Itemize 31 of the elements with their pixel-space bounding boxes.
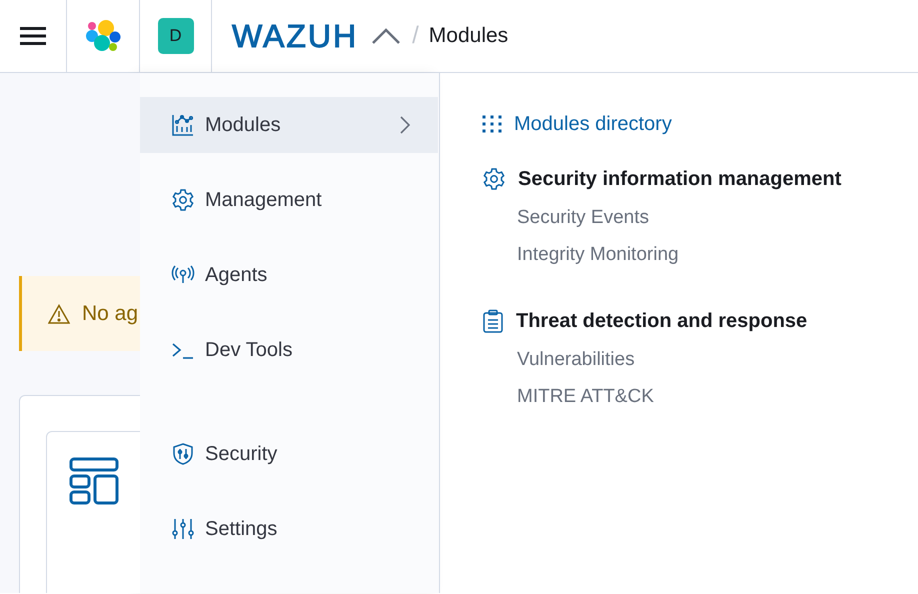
chart-icon (171, 113, 195, 137)
grid-icon (482, 115, 502, 133)
brand-logo[interactable]: WAZUH (232, 18, 358, 54)
menu-item[interactable]: Management (140, 172, 438, 228)
gear-icon (482, 167, 506, 191)
menu-item[interactable]: Dev Tools (140, 322, 438, 378)
dashboard-icon (69, 457, 119, 505)
warning-icon (48, 304, 70, 324)
callout-text: No ag (82, 302, 138, 326)
submenu-item[interactable]: Integrity Monitoring (517, 236, 918, 273)
clipboard-icon (482, 309, 504, 333)
logo-icon[interactable] (85, 19, 121, 53)
section-title: Threat detection and response (516, 310, 808, 332)
menu-item[interactable]: Settings (140, 501, 438, 557)
breadcrumb-separator: / (412, 22, 419, 50)
modules-directory-link[interactable]: Modules directory (514, 112, 672, 136)
breadcrumb-item: Modules (428, 24, 508, 48)
submenu-item[interactable]: Vulnerabilities (517, 341, 918, 378)
menu-item[interactable]: Agents (140, 247, 438, 303)
sliders-icon (171, 517, 195, 541)
gear-icon (171, 188, 195, 212)
section-title: Security information management (518, 168, 842, 190)
submenu-item[interactable]: Security Events (517, 199, 918, 236)
menu-icon[interactable] (20, 26, 46, 46)
user-avatar[interactable]: D (158, 18, 194, 54)
submenu-item[interactable]: MITRE ATT&CK (517, 378, 918, 415)
shield-icon (171, 442, 195, 466)
caret-up-icon[interactable] (372, 28, 400, 44)
chevron-right-icon (400, 116, 410, 134)
menu-item[interactable]: Security (140, 426, 438, 482)
menu-item[interactable]: Modules (140, 97, 438, 153)
